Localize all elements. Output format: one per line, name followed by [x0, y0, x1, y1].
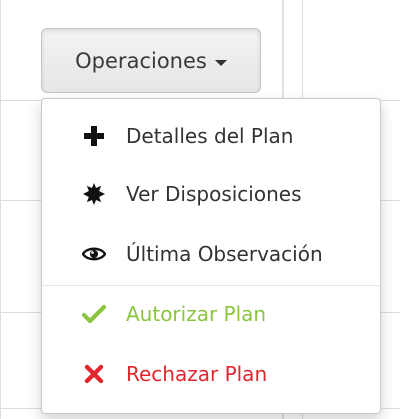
- menu-divider: [42, 285, 380, 286]
- burst-icon: [82, 182, 106, 206]
- menu-item-rechazar-plan[interactable]: Rechazar Plan: [42, 350, 380, 398]
- menu-item-ver-disposiciones[interactable]: Ver Disposiciones: [42, 170, 380, 218]
- menu-item-label: Rechazar Plan: [126, 362, 268, 386]
- operaciones-button-label: Operaciones: [75, 48, 207, 73]
- x-icon: [82, 362, 106, 386]
- plus-icon: [82, 124, 106, 148]
- menu-item-label: Autorizar Plan: [126, 302, 267, 326]
- menu-item-label: Ver Disposiciones: [126, 182, 302, 206]
- menu-item-label: Detalles del Plan: [126, 124, 294, 148]
- check-icon: [82, 302, 106, 326]
- menu-item-ultima-observacion[interactable]: Última Observación: [42, 230, 380, 278]
- operaciones-dropdown-button[interactable]: Operaciones: [41, 28, 261, 93]
- caret-down-icon: [214, 59, 227, 66]
- table-border-left: [0, 0, 1, 419]
- menu-item-detalles-del-plan[interactable]: Detalles del Plan: [42, 112, 380, 160]
- eye-icon: [82, 242, 106, 266]
- operaciones-dropdown-menu: Detalles del Plan Ver Disposiciones Últi…: [41, 98, 381, 414]
- menu-item-label: Última Observación: [126, 242, 323, 266]
- menu-item-autorizar-plan[interactable]: Autorizar Plan: [42, 290, 380, 338]
